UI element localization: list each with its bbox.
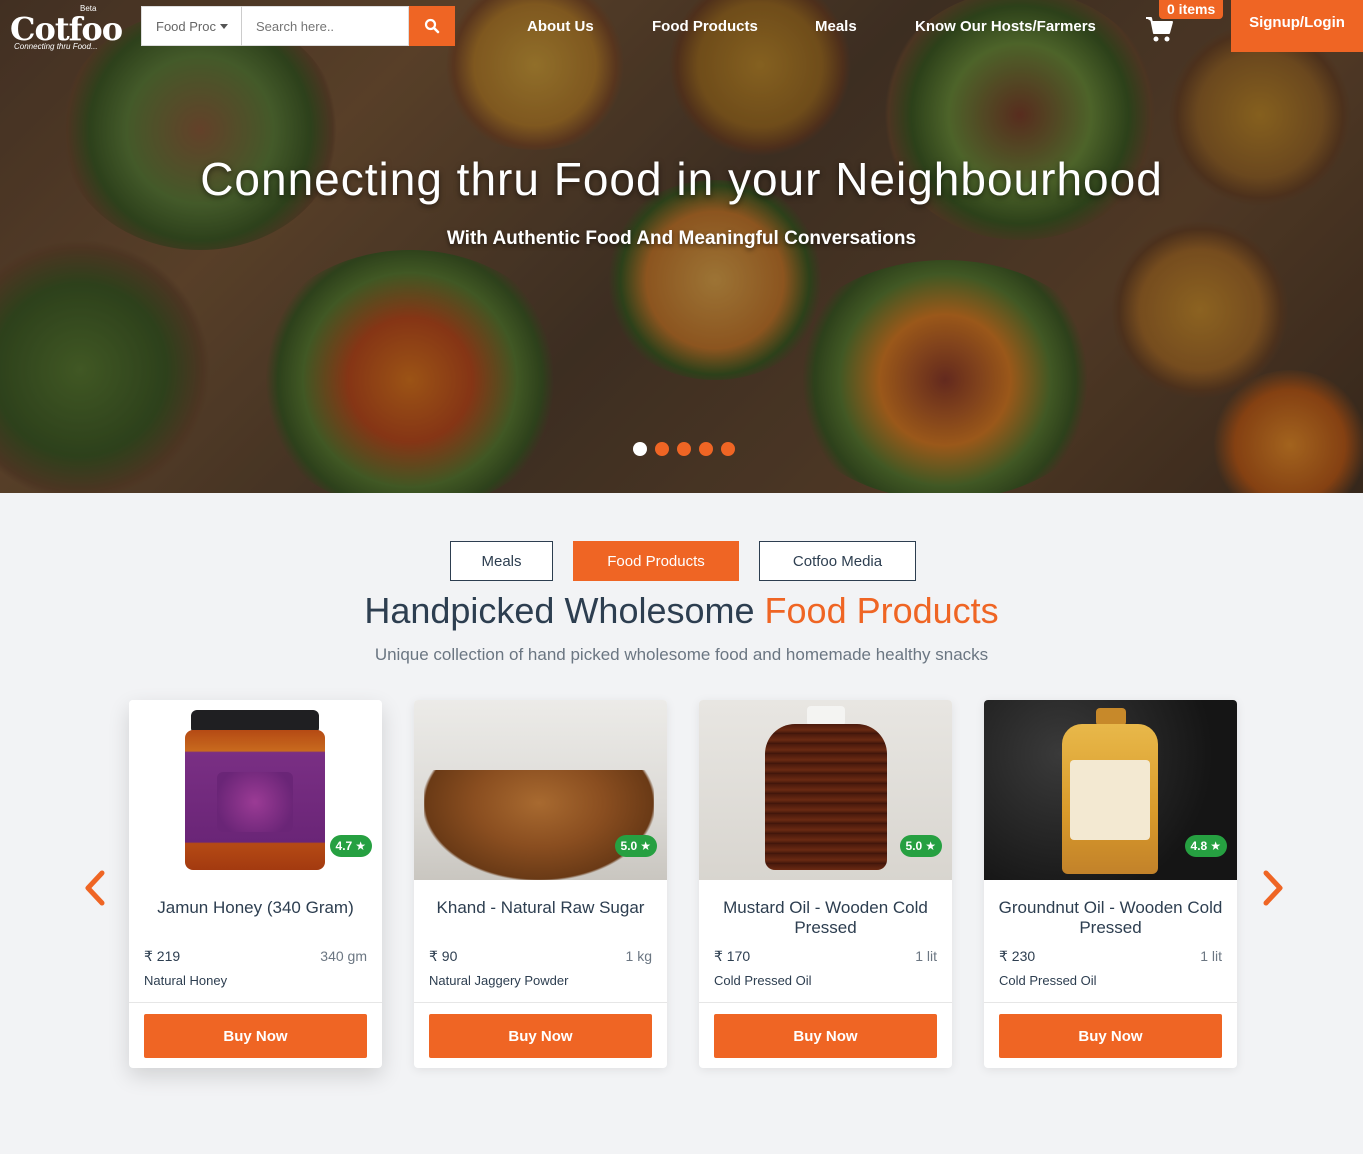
product-image[interactable]: 5.0 ★ [414,700,667,880]
star-icon: ★ [1210,839,1221,853]
section-title-accent: Food Products [764,590,999,631]
product-category: Cold Pressed Oil [714,973,812,988]
carousel-dot[interactable] [633,442,647,456]
product-category: Natural Honey [144,973,228,988]
category-tabs: Meals Food Products Cotfoo Media [0,541,1363,581]
product-name[interactable]: Groundnut Oil - Wooden Cold Pressed [992,898,1229,938]
product-price: ₹ 90 [429,948,458,964]
rating-badge: 4.8 ★ [1184,835,1227,857]
tab-food-products[interactable]: Food Products [573,541,739,581]
tab-cotfoo-media[interactable]: Cotfoo Media [759,541,916,581]
oil-bottle-cap [807,706,845,726]
nav-food-products[interactable]: Food Products [652,18,758,35]
logo-tagline: Connecting thru Food... [14,42,98,51]
chevron-right-icon [1263,870,1283,906]
product-image[interactable]: 5.0 ★ [699,700,952,880]
divider [129,1002,382,1003]
star-icon: ★ [640,839,651,853]
product-quantity: 1 lit [1200,948,1222,964]
nav-about-us[interactable]: About Us [527,18,594,35]
rating-value: 4.8 [1190,839,1208,853]
section-subtitle: Unique collection of hand picked wholeso… [374,645,989,664]
hero-title: Connecting thru Food in your Neighbourho… [200,153,1163,205]
logo-beta-label: Beta [80,4,97,13]
site-logo[interactable]: Cotfoo Beta Connecting thru Food... [10,4,123,52]
buy-now-button[interactable]: Buy Now [999,1014,1222,1058]
carousel-dot[interactable] [655,442,669,456]
product-name[interactable]: Khand - Natural Raw Sugar [422,898,659,918]
carousel-next-button[interactable] [1258,868,1288,908]
buy-now-button[interactable]: Buy Now [714,1014,937,1058]
honey-jar-label [217,772,293,832]
section-title: Handpicked Wholesome Food Products [0,590,1363,632]
carousel-dot[interactable] [699,442,713,456]
raw-sugar-pile [424,770,654,880]
product-card[interactable]: 5.0 ★ Mustard Oil - Wooden Cold Pressed … [699,700,952,1068]
carousel-dot[interactable] [721,442,735,456]
buy-now-button[interactable]: Buy Now [144,1014,367,1058]
buy-now-button[interactable]: Buy Now [429,1014,652,1058]
section-title-main: Handpicked Wholesome [364,590,755,631]
product-quantity: 340 gm [320,948,367,964]
product-card[interactable]: 4.8 ★ Groundnut Oil - Wooden Cold Presse… [984,700,1237,1068]
rating-value: 4.7 [335,839,353,853]
search-icon [424,18,440,34]
tab-meals[interactable]: Meals [450,541,553,581]
divider [984,1002,1237,1003]
caret-down-icon [219,23,228,29]
mustard-oil-bottle [765,724,887,870]
product-name[interactable]: Mustard Oil - Wooden Cold Pressed [707,898,944,938]
product-price: ₹ 230 [999,948,1036,964]
divider [699,1002,952,1003]
product-quantity: 1 kg [625,948,652,964]
rating-value: 5.0 [620,839,638,853]
product-name[interactable]: Jamun Honey (340 Gram) [137,898,374,918]
search-input[interactable] [242,6,409,46]
carousel-dots [633,442,735,456]
carousel-dot[interactable] [677,442,691,456]
product-price: ₹ 170 [714,948,751,964]
rating-badge: 4.7 ★ [329,835,372,857]
nav-meals[interactable]: Meals [815,18,857,35]
search-category-value: Food Proc [156,18,216,34]
product-image[interactable]: 4.8 ★ [984,700,1237,880]
search-category-select[interactable]: Food Proc [141,6,242,46]
rating-badge: 5.0 ★ [899,835,942,857]
star-icon: ★ [925,839,936,853]
product-quantity: 1 lit [915,948,937,964]
product-image[interactable]: 4.7 ★ [129,700,382,880]
rating-badge: 5.0 ★ [614,835,657,857]
product-price: ₹ 219 [144,948,181,964]
search-bar: Food Proc [141,6,455,46]
search-button[interactable] [409,6,455,46]
product-category: Cold Pressed Oil [999,973,1097,988]
chevron-left-icon [85,870,105,906]
nav-hosts-farmers[interactable]: Know Our Hosts/Farmers [915,18,1096,35]
product-category: Natural Jaggery Powder [429,973,569,988]
product-card[interactable]: 4.7 ★ Jamun Honey (340 Gram) ₹ 219 340 g… [129,700,382,1068]
rating-value: 5.0 [905,839,923,853]
cart-count-badge: 0 items [1159,0,1224,19]
star-icon: ★ [355,839,366,853]
product-card[interactable]: 5.0 ★ Khand - Natural Raw Sugar ₹ 90 1 k… [414,700,667,1068]
signup-login-button[interactable]: Signup/Login [1231,0,1363,52]
divider [414,1002,667,1003]
hero-subtitle: With Authentic Food And Meaningful Conve… [446,228,917,249]
groundnut-oil-label [1070,760,1150,840]
carousel-prev-button[interactable] [80,868,110,908]
